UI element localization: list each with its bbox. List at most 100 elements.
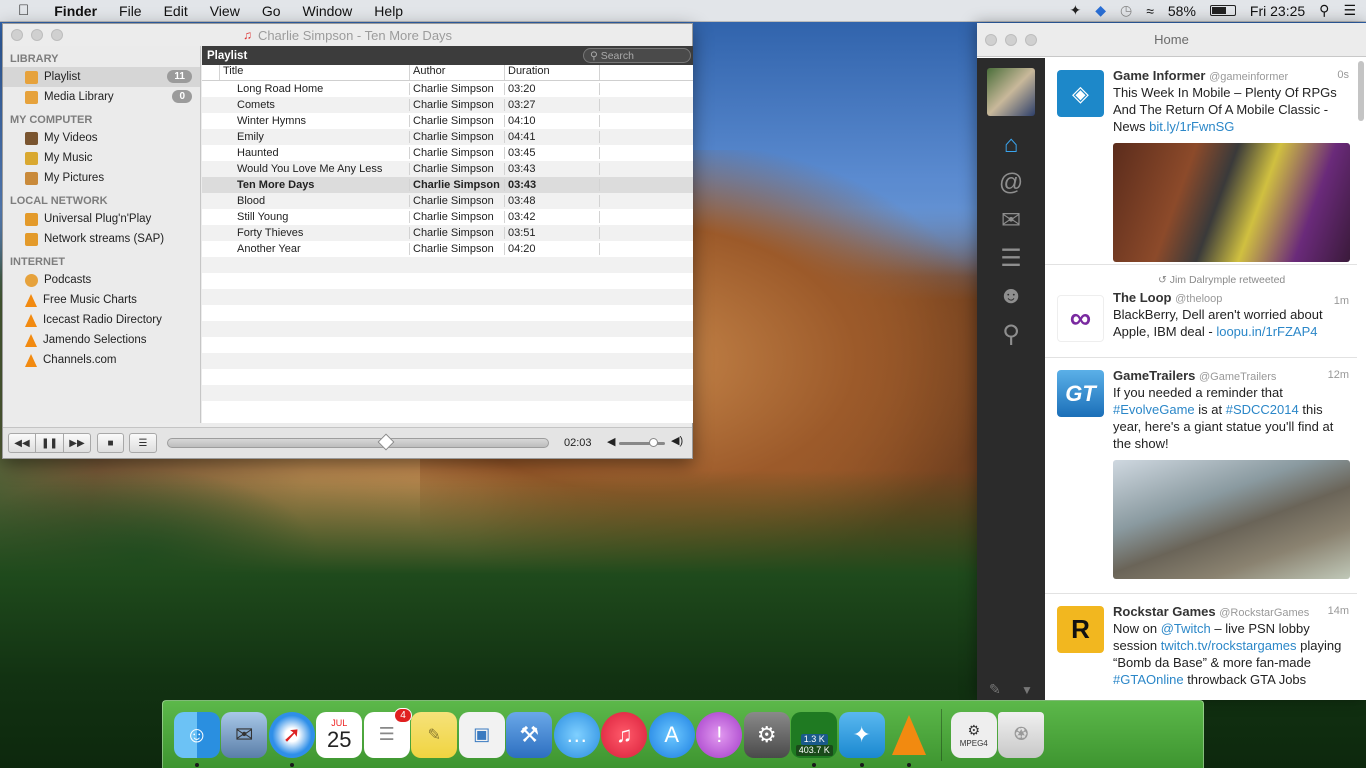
sidebar-item-my-music[interactable]: My Music <box>3 148 200 168</box>
table-row[interactable]: Would You Love Me Any Less Charlie Simpso… <box>202 161 693 177</box>
mentions-icon[interactable]: @ <box>977 164 1045 202</box>
dock-preview-icon[interactable]: ▣ <box>458 711 505 758</box>
volume-knob[interactable] <box>649 438 658 447</box>
wifi-icon[interactable]: ≈ <box>1146 3 1154 19</box>
sidebar-item-upnp[interactable]: Universal Plug'n'Play <box>3 209 200 229</box>
table-row[interactable]: Another Year Charlie Simpson 04:20 <box>202 241 693 257</box>
search-icon[interactable]: ⚲ <box>977 315 1045 353</box>
lists-icon[interactable]: ☰ <box>977 239 1045 277</box>
tweet-author[interactable]: GameTrailers <box>1113 368 1195 383</box>
dock-calendar-icon[interactable]: JUL 25 <box>316 711 363 758</box>
notification-center-icon[interactable]: ☰ <box>1343 2 1356 19</box>
sidebar-item-icecast[interactable]: Icecast Radio Directory <box>3 310 200 330</box>
sidebar-item-my-pictures[interactable]: My Pictures <box>3 168 200 188</box>
table-row[interactable]: Blood Charlie Simpson 03:48 <box>202 193 693 209</box>
dock-notes-icon[interactable]: ✎ <box>411 711 458 758</box>
dock-messages-icon[interactable]: … <box>553 711 600 758</box>
sidebar-item-channels[interactable]: Channels.com <box>3 350 200 370</box>
sidebar-item-jamendo[interactable]: Jamendo Selections <box>3 330 200 350</box>
dock-reminders-icon[interactable]: ☰ 4 <box>363 707 412 758</box>
dock-finder-icon[interactable]: ☺ <box>173 711 220 767</box>
more-chevron-down-icon[interactable]: ▼ <box>1021 683 1033 697</box>
home-icon[interactable]: ⌂ <box>977 126 1045 164</box>
tweet-author[interactable]: The Loop <box>1113 290 1172 305</box>
menu-app-finder[interactable]: Finder <box>43 3 108 19</box>
tweet[interactable]: R Rockstar Games @RockstarGames 14m Now … <box>1045 594 1357 700</box>
tweet[interactable]: ◈ Game Informer @gameinformer 0s This We… <box>1045 58 1357 265</box>
tweet-author[interactable]: Game Informer <box>1113 68 1205 83</box>
menu-go[interactable]: Go <box>251 3 292 19</box>
hashtag[interactable]: #SDCC2014 <box>1226 402 1299 417</box>
menu-view[interactable]: View <box>199 3 251 19</box>
tweet-link[interactable]: twitch.tv/rockstargames <box>1161 638 1297 653</box>
timeline-scrollbar[interactable] <box>1358 61 1364 121</box>
dock-utorrent-icon[interactable]: 1.3 K 403.7 K <box>791 711 838 767</box>
apple-menu-icon[interactable]:  <box>0 2 43 19</box>
vlc-titlebar[interactable]: ♫ Charlie Simpson - Ten More Days <box>3 24 692 46</box>
dock-feedback-icon[interactable]: ! <box>696 711 743 758</box>
zoom-button[interactable] <box>51 29 63 41</box>
menu-edit[interactable]: Edit <box>153 3 199 19</box>
table-row[interactable]: Comets Charlie Simpson 03:27 <box>202 97 693 113</box>
next-button[interactable]: ▶▶ <box>63 433 91 453</box>
hashtag[interactable]: #GTAOnline <box>1113 672 1184 687</box>
sidebar-item-media-library[interactable]: Media Library 0 <box>3 87 200 107</box>
stop-button[interactable]: ■ <box>97 433 124 453</box>
rockstar-games-avatar[interactable]: R <box>1057 606 1104 653</box>
table-row[interactable]: Ten More Days Charlie Simpson 03:43 <box>202 177 693 193</box>
pause-button[interactable]: ❚❚ <box>35 433 64 453</box>
tweet-handle[interactable]: @gameinformer <box>1209 71 1288 83</box>
playlist-toggle-button[interactable]: ☰ <box>129 433 157 453</box>
twitter-titlebar[interactable]: Home <box>977 23 1366 57</box>
compose-icon[interactable]: ✎ <box>989 681 1001 698</box>
hashtag[interactable]: #EvolveGame <box>1113 402 1195 417</box>
sidebar-item-sap[interactable]: Network streams (SAP) <box>3 229 200 249</box>
tweet-image[interactable] <box>1113 143 1350 262</box>
messages-icon[interactable]: ✉ <box>977 201 1045 239</box>
sidebar-item-free-music-charts[interactable]: Free Music Charts <box>3 290 200 310</box>
table-row[interactable]: Forty Thieves Charlie Simpson 03:51 <box>202 225 693 241</box>
tweet[interactable]: ↺ Jim Dalrymple retweeted ∞ The Loop @th… <box>1045 265 1357 358</box>
game-informer-avatar[interactable]: ◈ <box>1057 70 1104 117</box>
table-row[interactable]: Still Young Charlie Simpson 03:42 <box>202 209 693 225</box>
tweet-handle[interactable]: @RockstarGames <box>1219 607 1309 619</box>
seek-knob[interactable] <box>377 433 395 451</box>
time-machine-icon[interactable]: ◷ <box>1120 2 1132 19</box>
previous-button[interactable]: ◀◀ <box>8 433 36 453</box>
dock-mail-icon[interactable]: ✉ <box>221 711 268 758</box>
tweet[interactable]: GT GameTrailers @GameTrailers 12m If you… <box>1045 358 1357 594</box>
column-title[interactable]: Title <box>220 65 410 80</box>
dropbox-status-icon[interactable]: ◆ <box>1095 2 1106 19</box>
minimize-button[interactable] <box>31 29 43 41</box>
dock-safari-icon[interactable]: ➚ <box>268 711 315 767</box>
tweet-link[interactable]: loopu.in/1rFZAP4 <box>1216 324 1317 339</box>
dock-app-store-icon[interactable]: A <box>648 711 695 758</box>
gametrailers-avatar[interactable]: GT <box>1057 370 1104 417</box>
search-field[interactable]: ⚲ Search <box>583 48 691 63</box>
menu-file[interactable]: File <box>108 3 153 19</box>
column-author[interactable]: Author <box>410 65 505 80</box>
battery-icon[interactable] <box>1209 5 1236 16</box>
clock[interactable]: Fri 23:25 <box>1250 3 1305 19</box>
tweet-image[interactable] <box>1113 460 1350 579</box>
sidebar-item-my-videos[interactable]: My Videos <box>3 128 200 148</box>
sidebar-item-podcasts[interactable]: Podcasts <box>3 270 200 290</box>
volume-slider[interactable] <box>619 438 665 447</box>
table-row[interactable]: Haunted Charlie Simpson 03:45 <box>202 145 693 161</box>
the-loop-avatar[interactable]: ∞ <box>1057 295 1104 342</box>
seek-slider[interactable] <box>167 433 549 451</box>
tweet-author[interactable]: Rockstar Games <box>1113 604 1216 619</box>
dock-xcode-icon[interactable]: ⚒ <box>506 711 553 758</box>
zoom-button[interactable] <box>1025 34 1037 46</box>
tweet-link[interactable]: bit.ly/1rFwnSG <box>1149 119 1234 134</box>
user-avatar[interactable] <box>987 68 1035 116</box>
tweet-handle[interactable]: @GameTrailers <box>1199 371 1276 383</box>
battery-percent[interactable]: 58% <box>1168 3 1196 19</box>
mention[interactable]: @Twitch <box>1161 621 1211 636</box>
sidebar-item-playlist[interactable]: Playlist 11 <box>3 67 200 87</box>
close-button[interactable] <box>985 34 997 46</box>
dock-trash-icon[interactable]: ♼ <box>998 711 1045 758</box>
dock-system-preferences-icon[interactable]: ⚙ <box>743 711 790 758</box>
table-row[interactable]: Winter Hymns Charlie Simpson 04:10 <box>202 113 693 129</box>
tweet-handle[interactable]: @theloop <box>1175 293 1222 305</box>
